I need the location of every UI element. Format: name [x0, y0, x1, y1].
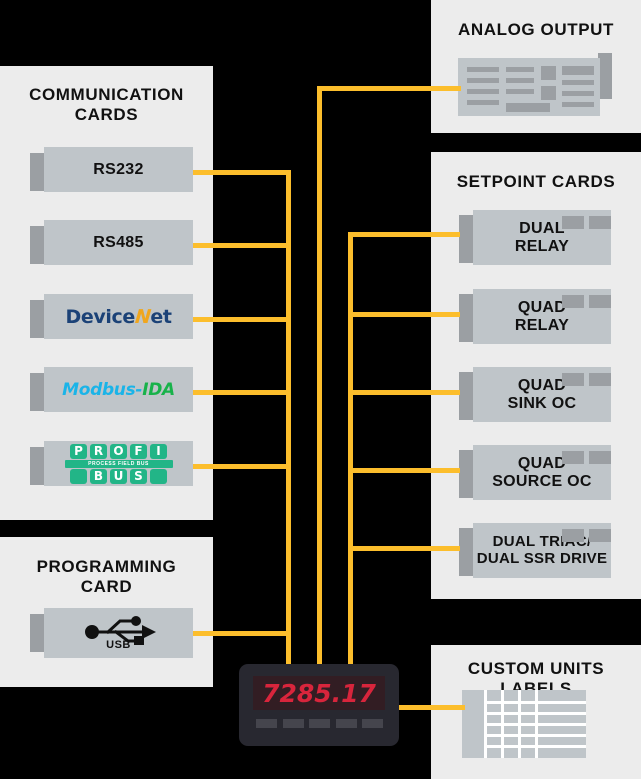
- meter-button[interactable]: [309, 719, 330, 728]
- card-body: RS232: [44, 147, 193, 192]
- card-body: DeviceNet: [44, 294, 193, 339]
- wire-rs485: [193, 243, 291, 248]
- meter-button[interactable]: [256, 719, 277, 728]
- custom-units-label-sheet[interactable]: [462, 690, 586, 758]
- card-quad-source-oc[interactable]: QUAD SOURCE OC: [459, 445, 611, 507]
- card-output-connector: [562, 373, 584, 386]
- wire-profibus: [193, 464, 291, 469]
- profibus-logo-bottom-row: B U S: [63, 468, 175, 484]
- profibus-letter: F: [130, 443, 147, 459]
- usb-label: USB: [106, 639, 131, 651]
- wire-analog-output: [317, 86, 461, 91]
- card-dual-relay[interactable]: DUAL RELAY: [459, 210, 611, 272]
- devicenet-logo-text-1: Device: [65, 305, 136, 328]
- card-profibus[interactable]: P R O F I PROCESS FIELD BUS B U S: [30, 441, 193, 492]
- card-body: USB: [44, 608, 193, 658]
- card-label: QUAD RELAY: [514, 298, 570, 334]
- wire-dual-relay: [348, 232, 460, 237]
- wire-devicenet: [193, 317, 291, 322]
- devicenet-logo-text-2: et: [150, 305, 172, 328]
- card-dual-triac-ssr-drive[interactable]: DUAL TRIAC/ DUAL SSR DRIVE: [459, 523, 611, 585]
- wire-usb: [193, 631, 291, 636]
- wire-left-bus: [286, 170, 291, 669]
- analog-output-title: ANALOG OUTPUT: [457, 20, 615, 39]
- usb-icon-base-dot: [84, 625, 99, 639]
- meter-display-value: 7285.17: [262, 678, 376, 708]
- meter-display-screen: 7285.17: [253, 676, 385, 710]
- card-quad-relay[interactable]: QUAD RELAY: [459, 289, 611, 351]
- card-output-connector: [589, 373, 611, 386]
- profibus-block: [70, 468, 87, 484]
- card-quad-sink-oc[interactable]: QUAD SINK OC: [459, 367, 611, 429]
- card-rs485[interactable]: RS485: [30, 220, 193, 271]
- meter-button[interactable]: [282, 719, 304, 728]
- card-output-connector: [589, 529, 611, 542]
- profibus-logo-top-row: P R O F I: [63, 443, 175, 459]
- wire-rs232: [193, 170, 291, 175]
- card-label: RS485: [93, 233, 144, 251]
- wire-quad-source-oc: [348, 468, 460, 473]
- card-body: Modbus-IDA: [44, 367, 193, 412]
- profibus-letter: I: [150, 443, 167, 459]
- modbus-ida-logo: Modbus-IDA: [62, 380, 175, 400]
- wire-quad-sink-oc: [348, 390, 460, 395]
- usb-icon-arrow: [141, 625, 156, 639]
- profibus-logo-tagline: PROCESS FIELD BUS: [64, 459, 173, 468]
- analog-board-connector: [598, 53, 612, 99]
- devicenet-logo: DeviceNet: [66, 306, 172, 328]
- programming-card-title: PROGRAMMING CARD: [36, 557, 177, 597]
- profibus-letter: S: [130, 468, 147, 484]
- card-usb-programming[interactable]: USB: [30, 608, 193, 664]
- profibus-letter: O: [110, 443, 127, 459]
- ida-logo-text: IDA: [142, 379, 175, 400]
- profibus-letter: R: [90, 443, 107, 459]
- card-output-connector: [562, 451, 584, 464]
- card-devicenet[interactable]: DeviceNet: [30, 294, 193, 345]
- card-modbus-ida[interactable]: Modbus-IDA: [30, 367, 193, 418]
- modbus-logo-text: Modbus-: [62, 379, 143, 400]
- wire-quad-relay: [348, 312, 460, 317]
- wire-dual-triac-ssr: [348, 546, 460, 551]
- card-body: P R O F I PROCESS FIELD BUS B U S: [44, 441, 193, 486]
- card-output-connector: [562, 529, 584, 542]
- setpoint-cards-title: SETPOINT CARDS: [456, 172, 616, 191]
- card-output-connector: [562, 216, 584, 229]
- wire-modbus: [193, 390, 291, 395]
- card-rs232[interactable]: RS232: [30, 147, 193, 198]
- card-label: RS232: [93, 160, 144, 178]
- card-output-connector: [589, 451, 611, 464]
- meter-button[interactable]: [335, 719, 357, 728]
- card-label: DUAL TRIAC/ DUAL SSR DRIVE: [476, 532, 608, 567]
- wire-analog-riser: [317, 86, 322, 669]
- profibus-letter: P: [70, 443, 87, 459]
- card-body: RS485: [44, 220, 193, 265]
- analog-output-board[interactable]: [458, 58, 600, 116]
- wire-custom-units: [397, 705, 465, 710]
- profibus-logo: P R O F I PROCESS FIELD BUS B U S: [63, 443, 175, 484]
- wire-setpoint-bus: [348, 232, 353, 669]
- communication-cards-title: COMMUNICATION CARDS: [29, 85, 184, 125]
- meter-button-row: [256, 719, 383, 728]
- card-output-connector: [562, 295, 584, 308]
- card-output-connector: [589, 295, 611, 308]
- profibus-letter: B: [90, 468, 107, 484]
- profibus-letter: U: [110, 468, 127, 484]
- usb-icon-circle-end: [130, 616, 141, 626]
- card-output-connector: [589, 216, 611, 229]
- card-label: DUAL RELAY: [514, 219, 570, 255]
- digital-panel-meter[interactable]: 7285.17: [239, 664, 399, 746]
- profibus-block: [150, 468, 167, 484]
- meter-button[interactable]: [362, 719, 383, 728]
- usb-icon-group: USB: [80, 615, 158, 651]
